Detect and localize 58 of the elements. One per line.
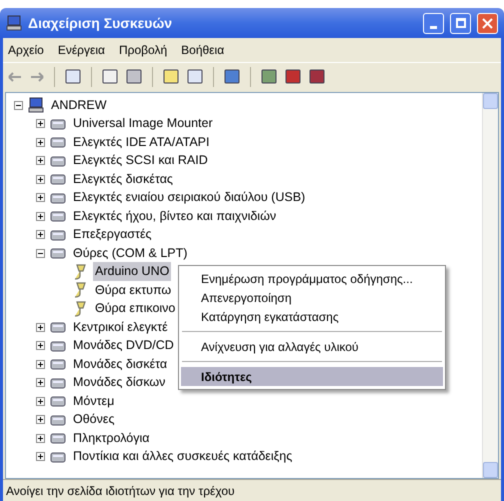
expand-toggle[interactable] [36,396,45,406]
menu-item[interactable]: Κατάργηση εγκατάστασης [181,307,443,326]
expand-toggle[interactable] [36,212,45,221]
menu-item[interactable]: Ανίχνευση για αλλαγές υλικού [181,337,443,356]
expand-toggle[interactable] [36,322,45,332]
tree-item[interactable]: Μονάδες δισκέτα [71,354,170,374]
expand-toggle[interactable] [36,138,45,147]
close-button[interactable] [477,12,498,34]
status-bar-text: Ανοίγει την σελίδα ιδιοτήτων για την τρέχου [6,482,235,500]
expand-toggle[interactable] [36,452,45,462]
tree-item[interactable]: Ελεγκτές SCSI και RAID [71,151,210,170]
menu-item[interactable]: Ενημέρωση προγράμματος οδήγησης... [181,269,443,288]
tree-item[interactable]: Ελεγκτές ενιαίου σειριακού διαύλου (USB) [71,188,308,208]
tree-item[interactable]: Arduino UNO [93,262,172,282]
menu-item[interactable]: Αρχείο [8,41,44,59]
tree-item[interactable]: Ποντίκια και άλλες συσκευές κατάδειξης [71,447,294,466]
tree-item[interactable]: Οθόνες [71,410,116,430]
minimize-button[interactable] [423,12,444,34]
expand-toggle[interactable] [36,360,45,369]
scrollbar[interactable] [482,93,498,478]
tree-item[interactable]: Μόντεμ [71,392,116,411]
menu-item[interactable]: Ενέργεια [58,41,105,59]
collapse-toggle[interactable] [36,248,45,258]
tree-item[interactable]: Ελεγκτές IDE ATA/ATAPI [71,132,212,152]
tree-item[interactable]: Θύρα επικοινο [93,299,178,318]
tree-item[interactable]: Θύρα εκτυπω [93,280,174,300]
tree-item[interactable]: Θύρες (COM & LPT) [71,244,190,263]
close-icon [482,18,493,28]
expand-toggle[interactable] [36,378,45,388]
menu-item[interactable]: Ιδιότητες [181,367,443,386]
port-icon [72,300,88,317]
tree-item[interactable]: Ελεγκτές δισκέτας [71,170,175,189]
expand-toggle[interactable] [36,230,45,240]
expand-toggle[interactable] [36,193,45,202]
menu-item[interactable]: Βοήθεια [181,41,224,59]
computer-icon [6,15,22,31]
window-title: Διαχείριση Συσκευών [28,14,174,33]
menu-item[interactable]: Προβολή [118,41,168,59]
expand-toggle[interactable] [36,119,45,128]
maximize-button[interactable] [450,12,471,34]
tree-item[interactable]: Κεντρικοί ελεγκτέ [71,318,170,337]
tree-item[interactable]: Επεξεργαστές [71,225,154,244]
expand-toggle[interactable] [36,341,45,350]
tree-item[interactable]: ANDREW [49,96,109,115]
tree-item[interactable]: Universal Image Mounter [71,114,215,134]
port-icon [72,282,88,298]
menu-item[interactable]: Απενεργοποίηση [181,288,443,307]
expand-toggle[interactable] [36,415,45,424]
computer-icon [28,97,44,114]
tree-item[interactable]: Μονάδες δίσκων [71,373,168,392]
tree-item[interactable]: Πληκτρολόγια [71,428,152,448]
expand-toggle[interactable] [36,434,45,443]
expand-toggle[interactable] [36,174,45,184]
tree-item[interactable]: Ελεγκτές ήχου, βίντεο και παιχνιδιών [71,206,278,226]
expand-toggle[interactable] [36,156,45,166]
tree-item[interactable]: Μονάδες DVD/CD [71,336,176,356]
collapse-toggle[interactable] [14,100,23,110]
port-icon [72,264,88,280]
